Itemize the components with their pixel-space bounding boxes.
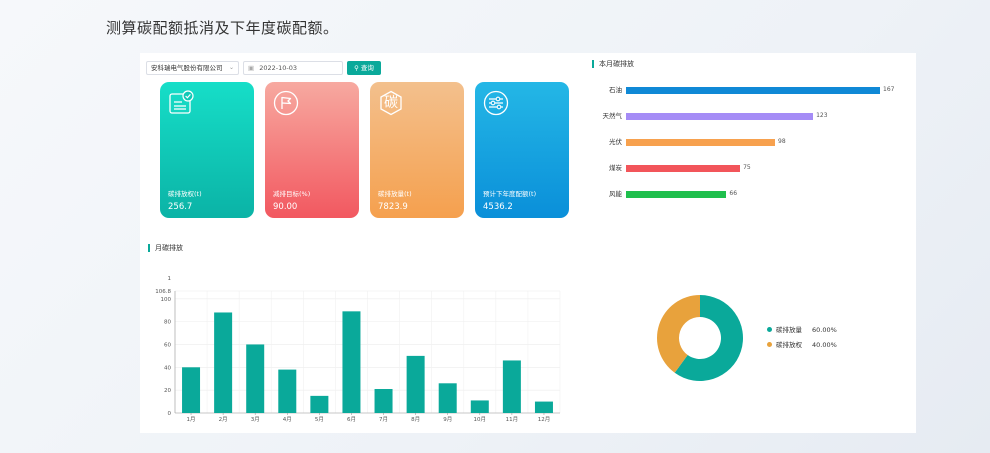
legend-item: 碳排放权 40.00%: [767, 341, 837, 349]
month-bar: [406, 355, 425, 413]
card-value: 90.00: [273, 202, 298, 212]
hbar-value-label: 75: [743, 164, 751, 171]
hbar-value-label: 167: [883, 86, 895, 93]
legend-label: 碳排放量: [776, 326, 802, 334]
month-bar: [182, 367, 201, 413]
card-value: 7823.9: [378, 202, 408, 212]
page-heading: 测算碳配额抵消及下年度碳配额。: [106, 19, 339, 37]
hbar-category-label: 风能: [609, 190, 622, 198]
month-bar: [470, 400, 489, 413]
dashboard-panel: 安科瑞电气股份有限公司 ⌄ ▣ 2022-10-03 ⚲ 查询 碳排放权(t) …: [140, 53, 916, 433]
x-tick-label: 2月: [219, 416, 228, 423]
month-bar: [342, 311, 361, 413]
hbar-value-label: 98: [778, 138, 786, 145]
x-tick-label: 7月: [379, 416, 388, 423]
card-label: 碳排放量(t): [378, 190, 412, 198]
x-tick-label: 8月: [411, 416, 420, 423]
card-value: 256.7: [168, 202, 193, 212]
hbar-category-label: 煤炭: [609, 164, 622, 172]
x-tick-label: 12月: [538, 416, 551, 423]
card-reduction-target: 减排目标(%) 90.00: [265, 82, 359, 218]
card-label: 减排目标(%): [273, 190, 311, 198]
y-tick-label: 0: [168, 411, 172, 417]
certificate-icon: [168, 90, 194, 116]
card-label: 碳排放权(t): [168, 190, 202, 198]
x-tick-label: 6月: [347, 416, 356, 423]
company-select[interactable]: 安科瑞电气股份有限公司 ⌄: [146, 61, 239, 75]
legend-percent: 60.00%: [812, 326, 837, 334]
month-bar: [534, 401, 553, 413]
x-tick-label: 11月: [506, 416, 519, 423]
hbar-bar: [626, 113, 814, 120]
card-label: 预计下年度配额(t): [483, 190, 537, 198]
calendar-icon: ▣: [248, 64, 255, 72]
search-icon: ⚲: [354, 64, 359, 72]
month-bar: [374, 389, 393, 413]
y-axis-top-label: 1: [168, 276, 172, 282]
section-title-annual: 月碳排放: [148, 244, 183, 252]
legend-percent: 40.00%: [812, 341, 837, 349]
y-tick-label: 60: [164, 342, 171, 348]
month-bar: [502, 360, 521, 413]
hbar-category-label: 天然气: [602, 112, 623, 120]
x-tick-label: 1月: [187, 416, 196, 423]
month-bar: [246, 344, 265, 413]
hbar-category-label: 石油: [609, 86, 622, 94]
y-tick-label: 100: [161, 297, 172, 303]
y-tick-label: 40: [164, 365, 171, 371]
query-button-label: 查询: [360, 64, 374, 72]
hbar-category-label: 光伏: [609, 138, 622, 146]
hbar-value-label: 123: [816, 112, 828, 119]
carbon-badge-icon: 碳: [378, 90, 404, 116]
x-tick-label: 4月: [283, 416, 292, 423]
month-bar: [310, 395, 329, 413]
y-tick-label: 80: [164, 320, 171, 326]
date-picker[interactable]: ▣ 2022-10-03: [243, 61, 343, 75]
hbar-bar: [626, 139, 776, 146]
flag-icon: [273, 90, 299, 116]
chevron-down-icon: ⌄: [228, 64, 234, 71]
month-bar: [438, 383, 457, 413]
y-tick-label: 20: [164, 388, 171, 394]
card-carbon-emission: 碳 碳排放量(t) 7823.9: [370, 82, 464, 218]
x-tick-label: 9月: [443, 416, 452, 423]
x-tick-label: 10月: [474, 416, 487, 423]
card-value: 4536.2: [483, 202, 513, 212]
x-tick-label: 3月: [251, 416, 260, 423]
emission-donut-chart: [657, 295, 743, 381]
card-carbon-allowance: 碳排放权(t) 256.7: [160, 82, 254, 218]
hbar-value-label: 66: [729, 190, 738, 197]
annual-emission-chart: 0 20 40 60 80 100 1 106.8 1月 2月 3月 4月 5月 6月 7月 8月 9月 10月 1…: [155, 276, 561, 423]
month-bar: [278, 369, 297, 413]
legend-label: 碳排放权: [776, 341, 802, 349]
legend-swatch: [767, 327, 772, 332]
hbar-bar: [626, 191, 727, 198]
x-tick-label: 5月: [315, 416, 324, 423]
company-select-value: 安科瑞电气股份有限公司: [151, 64, 223, 72]
y-axis-top-label: 106.8: [155, 289, 171, 295]
section-title-monthly: 本月碳排放: [592, 60, 634, 68]
sliders-icon: [483, 90, 509, 116]
hbar-bar: [626, 87, 880, 94]
carbon-glyph: 碳: [384, 95, 398, 111]
date-picker-value: 2022-10-03: [259, 64, 298, 72]
query-button[interactable]: ⚲ 查询: [347, 61, 381, 75]
legend-item: 碳排放量 60.00%: [767, 326, 837, 334]
card-next-year-quota: 预计下年度配额(t) 4536.2: [475, 82, 569, 218]
month-bar: [214, 312, 233, 413]
hbar-bar: [626, 165, 741, 172]
legend-swatch: [767, 342, 772, 347]
